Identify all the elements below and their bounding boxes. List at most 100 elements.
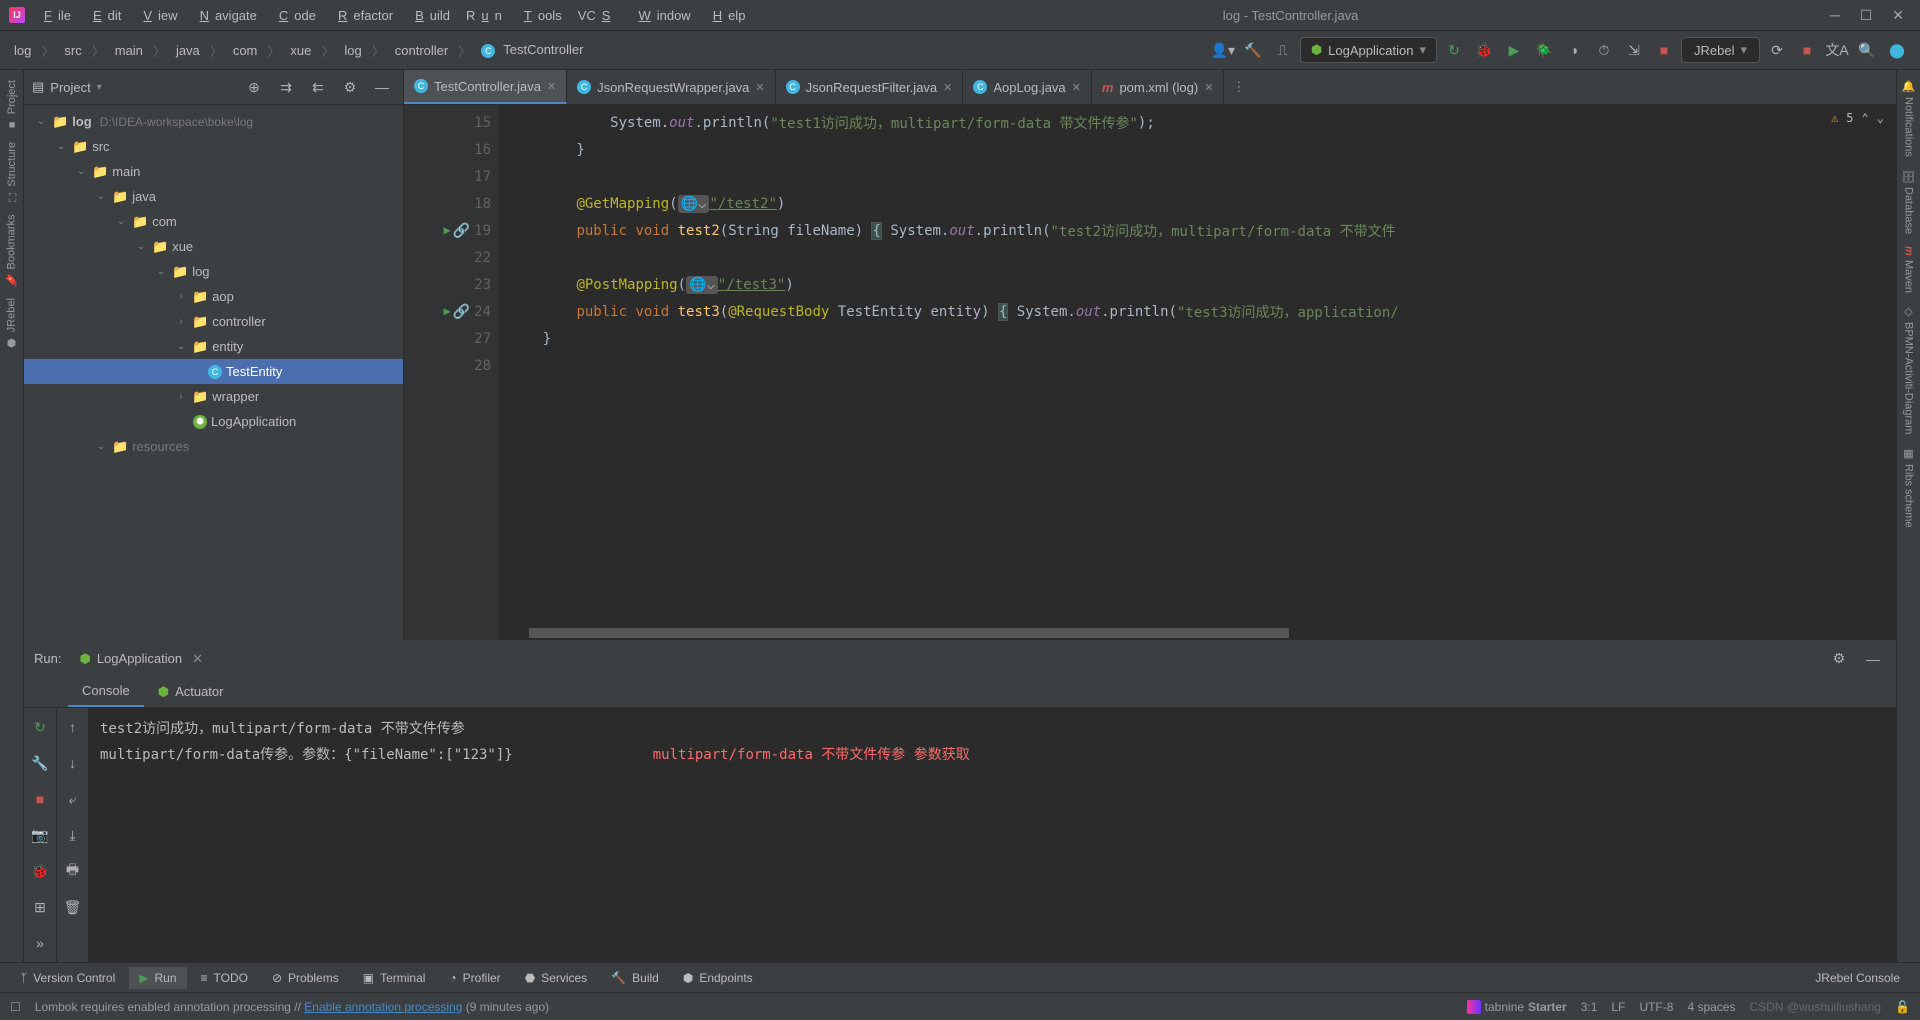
tool-database[interactable]: 🗄 Database: [1902, 169, 1915, 234]
vcs-icon[interactable]: ■: [1794, 37, 1820, 63]
tool-jrebel[interactable]: ⬢ JRebel: [5, 298, 18, 349]
menu-file[interactable]: File: [32, 4, 77, 27]
collapse-all-icon[interactable]: ⇇: [305, 74, 331, 100]
select-opened-icon[interactable]: ⊕: [241, 74, 267, 100]
code-editor[interactable]: 15 16 17 18 ▶🔗19 22 23 ▶🔗24 27 28 System…: [404, 105, 1896, 640]
bb-problems[interactable]: ⊘Problems: [262, 967, 349, 989]
tree-root[interactable]: ⌄📁logD:\IDEA-workspace\boke\log: [24, 109, 403, 134]
crumb-xue[interactable]: xue: [286, 41, 315, 60]
soft-wrap-icon[interactable]: ⤶: [60, 786, 86, 812]
project-tree[interactable]: ⌄📁logD:\IDEA-workspace\boke\log ⌄📁src ⌄📁…: [24, 105, 403, 640]
file-encoding[interactable]: UTF-8: [1639, 1000, 1673, 1014]
project-view-selector[interactable]: ▤ Project ▾: [32, 79, 233, 95]
coverage-icon[interactable]: ◑: [1561, 37, 1587, 63]
tabs-more-icon[interactable]: ⋮: [1224, 70, 1253, 104]
url-gutter-icon[interactable]: 🔗: [453, 304, 470, 320]
attach-icon[interactable]: ⇲: [1621, 37, 1647, 63]
tab-jsonrequestwrapper[interactable]: CJsonRequestWrapper.java✕: [567, 70, 775, 104]
tool-maven[interactable]: m Maven: [1903, 246, 1915, 293]
maximize-button[interactable]: ☐: [1860, 7, 1873, 24]
minimize-button[interactable]: ─: [1830, 7, 1840, 24]
tab-jsonrequestfilter[interactable]: CJsonRequestFilter.java✕: [776, 70, 964, 104]
scroll-down-icon[interactable]: ↓: [60, 750, 86, 776]
tool-notifications[interactable]: 🔔 Notifications: [1902, 80, 1915, 157]
status-icon[interactable]: ☐: [10, 1000, 21, 1014]
bb-profiler[interactable]: ◔Profiler: [439, 967, 510, 989]
scroll-end-icon[interactable]: ⤓: [60, 822, 86, 848]
bb-jrebel-console[interactable]: JRebel Console: [1805, 967, 1910, 989]
sync-icon[interactable]: ⬤: [1884, 37, 1910, 63]
tab-testcontroller[interactable]: CTestController.java✕: [404, 70, 567, 104]
crumb-main[interactable]: main: [111, 41, 147, 60]
run-gutter-icon[interactable]: ▶: [443, 223, 450, 239]
scroll-up-icon[interactable]: ↑: [60, 714, 86, 740]
crumb-java[interactable]: java: [172, 41, 204, 60]
tree-aop[interactable]: ›📁aop: [24, 284, 403, 309]
tree-wrapper[interactable]: ›📁wrapper: [24, 384, 403, 409]
menu-run[interactable]: Run: [460, 4, 508, 27]
tree-logpkg[interactable]: ⌄📁log: [24, 259, 403, 284]
bb-endpoints[interactable]: ⬢Endpoints: [673, 967, 763, 989]
expand-all-icon[interactable]: ⇉: [273, 74, 299, 100]
console-tab[interactable]: Console: [68, 676, 144, 707]
tool-structure[interactable]: ⛶ Structure: [6, 142, 18, 202]
bb-version-control[interactable]: ᛉVersion Control: [10, 967, 125, 989]
next-highlight-icon[interactable]: ⌄: [1877, 111, 1884, 125]
run-gutter-icon[interactable]: ▶: [443, 304, 450, 320]
tree-logapp[interactable]: ⬢LogApplication: [24, 409, 403, 434]
print-icon[interactable]: 🖶: [60, 858, 86, 884]
jrebel-debug-icon[interactable]: 🐞: [1471, 37, 1497, 63]
tree-main[interactable]: ⌄📁main: [24, 159, 403, 184]
crumb-src[interactable]: src: [60, 41, 85, 60]
tree-src[interactable]: ⌄📁src: [24, 134, 403, 159]
rerun-icon[interactable]: ↻: [27, 714, 53, 740]
more-icon[interactable]: »: [27, 930, 53, 956]
tree-controller[interactable]: ›📁controller: [24, 309, 403, 334]
menu-view[interactable]: View: [131, 4, 183, 27]
bb-todo[interactable]: ≡TODO: [191, 967, 258, 989]
menu-code[interactable]: Code: [267, 4, 322, 27]
translate-icon[interactable]: 文A: [1824, 37, 1850, 63]
wrench-icon[interactable]: 🔧: [27, 750, 53, 776]
horizontal-scrollbar[interactable]: [499, 628, 1876, 640]
close-icon[interactable]: ✕: [943, 81, 952, 94]
tree-resources[interactable]: ⌄📁resources: [24, 434, 403, 459]
debug-icon[interactable]: 🪲: [1531, 37, 1557, 63]
close-button[interactable]: ✕: [1892, 7, 1904, 24]
crumb-log[interactable]: log: [10, 41, 35, 60]
lock-icon[interactable]: 🔓: [1895, 1000, 1910, 1014]
actuator-tab[interactable]: ⬢Actuator: [144, 676, 238, 707]
bb-run[interactable]: ▶Run: [129, 967, 186, 989]
menu-tools[interactable]: Tools: [512, 4, 568, 27]
hide-icon[interactable]: —: [369, 74, 395, 100]
menu-edit[interactable]: Edit: [81, 4, 127, 27]
bb-build[interactable]: 🔨Build: [601, 967, 669, 989]
tree-testentity[interactable]: CTestEntity: [24, 359, 403, 384]
clear-icon[interactable]: 🗑: [60, 894, 86, 920]
search-icon[interactable]: 🔍: [1854, 37, 1880, 63]
vcs-update-icon[interactable]: ⟳: [1764, 37, 1790, 63]
stop-icon[interactable]: ■: [1651, 37, 1677, 63]
crumb-com[interactable]: com: [229, 41, 262, 60]
menu-navigate[interactable]: Navigate: [188, 4, 263, 27]
menu-window[interactable]: Window: [626, 4, 696, 27]
tab-pom[interactable]: mpom.xml (log)✕: [1092, 70, 1225, 104]
enable-annotation-link[interactable]: Enable annotation processing: [304, 1000, 462, 1014]
tool-bookmarks[interactable]: 🔖 Bookmarks: [5, 214, 18, 286]
close-icon[interactable]: ✕: [755, 81, 764, 94]
bb-terminal[interactable]: ▣Terminal: [353, 967, 436, 989]
run-settings-icon[interactable]: ⚙: [1826, 646, 1852, 672]
menu-help[interactable]: Help: [701, 4, 752, 27]
inspection-widget[interactable]: ⚠5 ⌃ ⌄: [1831, 111, 1884, 125]
tabnine-widget[interactable]: tabnine Starter: [1467, 1000, 1567, 1014]
run-config-tab[interactable]: ⬢LogApplication✕: [69, 647, 213, 671]
url-gutter-icon[interactable]: 🔗: [453, 223, 470, 239]
tab-aoplog[interactable]: CAopLog.java✕: [963, 70, 1092, 104]
menu-refactor[interactable]: Refactor: [326, 4, 399, 27]
user-icon[interactable]: 👤▾: [1210, 37, 1236, 63]
caret-position[interactable]: 3:1: [1581, 1000, 1598, 1014]
profile-icon[interactable]: ⏱: [1591, 37, 1617, 63]
jrebel-run-icon[interactable]: ↻: [1441, 37, 1467, 63]
menu-vcs[interactable]: VCS: [572, 4, 623, 27]
run-icon[interactable]: ▶: [1501, 37, 1527, 63]
